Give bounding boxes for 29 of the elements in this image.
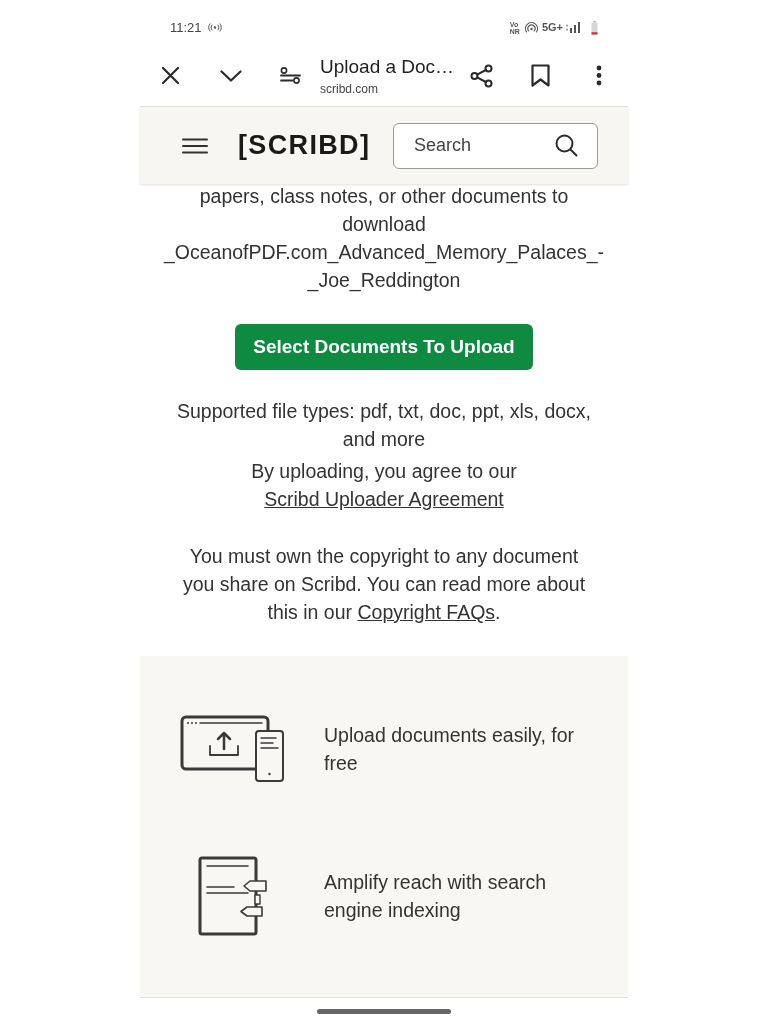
signal-icon (566, 22, 581, 33)
upload-intro-text: papers, class notes, or other documents to download _OceanofPDF.com_Advanced_Memory_Palaces_-_Joe_Reddington (162, 184, 606, 294)
feature-text: Amplify reach with search engine indexing (324, 870, 548, 923)
hotspot-icon (524, 22, 538, 33)
search-icon[interactable] (555, 133, 578, 157)
chevron-down-icon[interactable] (220, 69, 242, 82)
uploader-agreement-notice: By uploading, you agree to our Scribd Uploader Agreement (250, 459, 518, 512)
page-domain: scribd.com (320, 80, 379, 97)
document-tags-icon (197, 856, 268, 936)
copyright-faqs-link[interactable]: Copyright FAQs (357, 601, 496, 623)
close-icon[interactable] (162, 67, 179, 84)
scribd-logo[interactable]: [SCRIBD] (238, 125, 371, 166)
uploader-agreement-link[interactable]: Scribd Uploader Agreement (264, 488, 504, 510)
broadcast-icon (207, 23, 222, 32)
upload-devices-icon (179, 715, 286, 783)
network-type: 5G+ (541, 20, 563, 36)
search-field[interactable]: Search (393, 122, 598, 169)
bookmark-icon[interactable] (531, 64, 550, 87)
supported-file-types: Supported file types: pdf, txt, doc, ppt, xls, docx, and more (175, 399, 593, 452)
menu-icon[interactable] (182, 137, 208, 154)
page-title: Upload a Doc… (320, 54, 456, 79)
more-vertical-icon[interactable] (596, 65, 602, 86)
sliders-icon[interactable] (280, 67, 301, 84)
feature-text: Upload documents easily, for free (324, 723, 575, 776)
battery-icon (591, 20, 598, 35)
select-documents-button[interactable]: Select Documents To Upload (235, 324, 533, 370)
copyright-notice: You must own the copyright to any document you share on Scribd. You can read more about this in our Copyright FAQs. (181, 544, 587, 625)
share-icon[interactable] (470, 63, 493, 88)
status-time: 11:21 (170, 18, 202, 37)
